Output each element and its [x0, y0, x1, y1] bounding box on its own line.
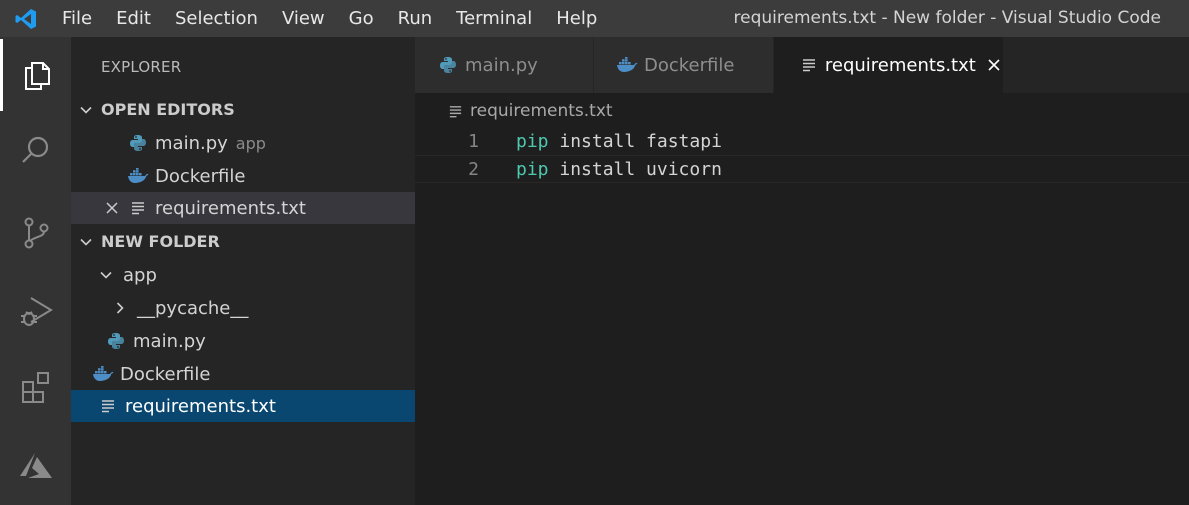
- run-debug-icon: [20, 297, 53, 326]
- open-editors-header[interactable]: OPEN EDITORS: [71, 94, 415, 125]
- open-editor-label: main.py: [155, 132, 228, 154]
- breadcrumb-file[interactable]: requirements.txt: [470, 101, 613, 121]
- explorer-sidebar: EXPLORER OPEN EDITORS main.py app Docker…: [71, 37, 415, 505]
- tree-item-label: requirements.txt: [125, 395, 276, 417]
- activity-extensions[interactable]: [0, 351, 71, 423]
- tree-folder-pycache[interactable]: __pycache__: [71, 292, 415, 324]
- menu-selection[interactable]: Selection: [163, 0, 270, 37]
- open-editor-label: Dockerfile: [155, 165, 246, 187]
- open-editors-label: OPEN EDITORS: [101, 100, 235, 119]
- tree-item-label: Dockerfile: [120, 363, 211, 385]
- source-control-icon: [24, 217, 48, 249]
- close-icon[interactable]: [101, 197, 123, 219]
- menu-run[interactable]: Run: [386, 0, 445, 37]
- open-editor-main-py[interactable]: main.py app: [71, 127, 415, 159]
- text-file-icon: [800, 54, 819, 76]
- window-title: requirements.txt - New folder - Visual S…: [733, 8, 1162, 28]
- code-rest: install uvicorn: [548, 158, 722, 180]
- menu-help[interactable]: Help: [544, 0, 609, 37]
- extensions-icon: [21, 372, 49, 403]
- python-icon: [127, 132, 149, 154]
- files-icon: [25, 62, 50, 90]
- open-editor-requirements[interactable]: requirements.txt: [71, 192, 415, 224]
- menu-terminal[interactable]: Terminal: [444, 0, 544, 37]
- close-icon[interactable]: [986, 55, 1003, 75]
- menu-bar: File Edit Selection View Go Run Terminal…: [52, 0, 609, 37]
- tree-item-label: app: [123, 264, 157, 286]
- azure-icon: [19, 453, 52, 478]
- activity-run-debug[interactable]: [0, 275, 71, 347]
- menu-go[interactable]: Go: [337, 0, 386, 37]
- chevron-down-icon: [71, 235, 101, 249]
- docker-icon: [616, 54, 638, 76]
- tab-requirements[interactable]: requirements.txt: [774, 37, 1004, 93]
- docker-icon: [92, 363, 114, 385]
- tree-file-main-py[interactable]: main.py: [71, 325, 415, 357]
- search-icon: [21, 136, 48, 163]
- tree-folder-app[interactable]: app: [71, 259, 415, 291]
- tab-label: main.py: [465, 54, 538, 76]
- breadcrumb: requirements.txt: [448, 97, 613, 125]
- code-editor[interactable]: 1 pip install fastapi 2 pip install uvic…: [415, 125, 1189, 505]
- tree-file-requirements[interactable]: requirements.txt: [71, 390, 415, 422]
- code-rest: install fastapi: [548, 130, 722, 152]
- code-keyword: pip: [516, 130, 549, 152]
- tab-label: Dockerfile: [644, 54, 735, 76]
- tree-item-label: __pycache__: [137, 297, 249, 319]
- text-file-icon: [97, 395, 119, 417]
- sidebar-title: EXPLORER: [101, 58, 182, 76]
- activity-azure[interactable]: [0, 430, 71, 502]
- docker-icon: [127, 165, 149, 187]
- tab-main-py[interactable]: main.py: [415, 37, 594, 93]
- new-folder-label: NEW FOLDER: [101, 232, 220, 251]
- tab-dockerfile[interactable]: Dockerfile: [594, 37, 774, 93]
- python-icon: [437, 54, 459, 76]
- code-keyword: pip: [516, 158, 549, 180]
- activity-search[interactable]: [0, 115, 71, 187]
- chevron-right-icon: [109, 297, 131, 319]
- open-editor-dockerfile[interactable]: Dockerfile: [71, 160, 415, 192]
- code-text: pip install fastapi: [516, 131, 722, 152]
- title-bar: File Edit Selection View Go Run Terminal…: [0, 0, 1189, 37]
- activity-source-control[interactable]: [0, 197, 71, 269]
- tree-file-dockerfile[interactable]: Dockerfile: [71, 358, 415, 390]
- open-editor-path: app: [235, 133, 266, 153]
- open-editor-label: requirements.txt: [155, 197, 306, 219]
- chevron-down-icon: [95, 264, 117, 286]
- activity-bar: [0, 37, 71, 505]
- menu-view[interactable]: View: [270, 0, 337, 37]
- tree-item-label: main.py: [133, 330, 206, 352]
- chevron-down-icon: [71, 103, 101, 117]
- vscode-logo-icon: [0, 0, 52, 37]
- new-folder-header[interactable]: NEW FOLDER: [71, 226, 415, 257]
- code-text: pip install uvicorn: [516, 159, 722, 180]
- menu-file[interactable]: File: [52, 0, 104, 37]
- line-number: 1: [468, 130, 479, 152]
- python-icon: [105, 330, 127, 352]
- code-line: 1 pip install fastapi: [415, 127, 1189, 155]
- text-file-icon: [448, 102, 466, 120]
- tab-label: requirements.txt: [824, 54, 976, 76]
- activity-explorer[interactable]: [0, 39, 71, 111]
- line-number: 2: [468, 158, 479, 180]
- code-line: 2 pip install uvicorn: [415, 155, 1189, 183]
- text-file-icon: [127, 197, 149, 219]
- menu-edit[interactable]: Edit: [104, 0, 163, 37]
- editor-tab-bar: main.py Dockerfile requirements.txt: [415, 37, 1189, 93]
